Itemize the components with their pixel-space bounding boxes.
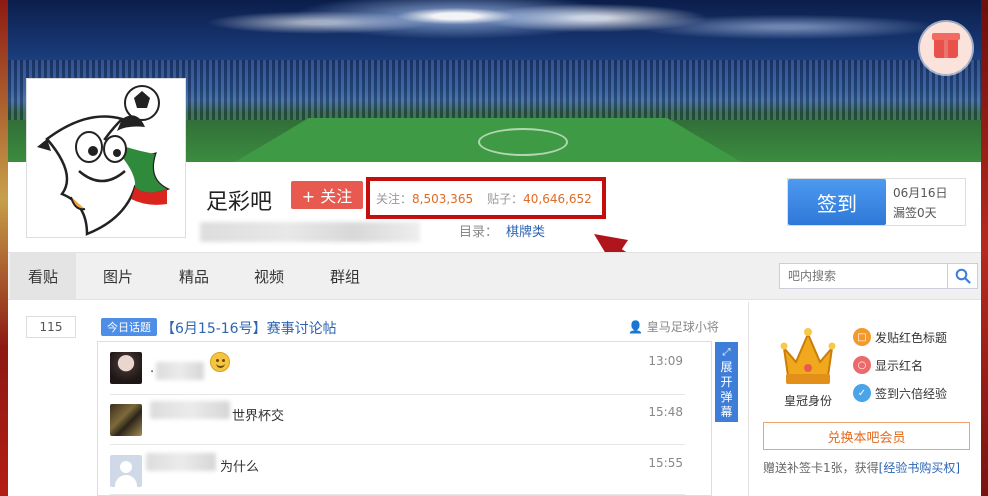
- perk-sign-exp: ✓ 签到六倍经验: [853, 384, 947, 402]
- blurred-slogan: [200, 222, 420, 242]
- danmu-row[interactable]: 世界杯交 15:48: [110, 395, 685, 445]
- forum-name: 足彩吧: [206, 190, 273, 215]
- post-count: 40,646,652: [523, 191, 592, 206]
- avatar: [110, 455, 142, 487]
- tab-featured[interactable]: 精品: [179, 252, 209, 300]
- follow-count-label: 关注：: [376, 191, 413, 206]
- topic-author[interactable]: 👤 皇马足球小将: [628, 318, 719, 335]
- bonus-description: 赠送补签卡1张，获得: [763, 461, 879, 475]
- bonus-text: 赠送补签卡1张，获得[经验书购买权]: [763, 459, 960, 476]
- bonus-link[interactable]: [经验书购买权]: [879, 461, 960, 475]
- forum-directory: 目录： 棋牌类: [459, 221, 545, 240]
- expand-danmu-button[interactable]: ⤢ 展开弹幕: [715, 342, 738, 422]
- blurred-username: [146, 453, 216, 471]
- red-name-icon: ○: [853, 356, 871, 374]
- smile-emoji-icon: [210, 352, 230, 372]
- danmu-row[interactable]: . 13:09: [110, 345, 685, 395]
- left-decor-strip: [0, 0, 8, 496]
- perk-label: 发贴红色标题: [875, 330, 948, 345]
- crown-identity-label: 皇冠身份: [784, 394, 833, 408]
- signin-button[interactable]: 签到: [788, 179, 886, 225]
- user-icon: 👤: [628, 320, 643, 334]
- signin-missed: 漏签0天: [893, 206, 937, 220]
- directory-label: 目录：: [459, 225, 499, 240]
- tab-posts[interactable]: 看贴: [10, 252, 77, 300]
- danmu-time: 15:55: [648, 456, 683, 470]
- danmu-time: 13:09: [648, 354, 683, 368]
- right-decor-strip: [981, 0, 988, 496]
- post-count-label: 贴子：: [487, 191, 524, 206]
- follow-count: 8,503,365: [412, 191, 474, 206]
- signin-date: 06月16日: [893, 186, 948, 200]
- avatar: [110, 352, 142, 384]
- search-input[interactable]: [780, 264, 946, 288]
- blurred-username: [150, 401, 230, 419]
- follow-button[interactable]: + 关注: [291, 181, 363, 209]
- expand-danmu-label: 展开弹幕: [720, 360, 733, 419]
- danmu-time: 15:48: [648, 405, 683, 419]
- danmu-row-text: 世界杯交: [232, 409, 285, 424]
- topic-title-link[interactable]: 【6月15-16号】赛事讨论帖: [161, 318, 337, 338]
- today-topic-tag: 今日话题: [101, 318, 157, 336]
- expand-icon: ⤢: [722, 347, 731, 358]
- blurred-username: [156, 362, 204, 380]
- danmu-row[interactable]: 为什么 15:55: [110, 445, 685, 495]
- mascot-logo: [37, 85, 171, 236]
- search-icon: [955, 268, 971, 284]
- tab-videos[interactable]: 视频: [254, 252, 284, 300]
- perk-label: 显示红名: [875, 358, 924, 373]
- perk-red-name: ○ 显示红名: [853, 356, 923, 374]
- forum-stats-highlight: 关注：8,503,365 贴子：40,646,652: [366, 177, 606, 219]
- gift-icon[interactable]: [920, 22, 972, 74]
- search-button[interactable]: [947, 264, 977, 288]
- directory-link[interactable]: 棋牌类: [506, 225, 545, 240]
- danmu-row-text: .: [150, 361, 155, 376]
- perk-red-title: □ 发贴红色标题: [853, 328, 947, 346]
- crown-icon: [780, 328, 836, 384]
- banner-pitch-circle: [478, 128, 568, 156]
- tab-images[interactable]: 图片: [103, 252, 133, 300]
- perk-label: 签到六倍经验: [875, 386, 948, 401]
- topic-author-name: 皇马足球小将: [646, 320, 719, 334]
- exchange-membership-button[interactable]: 兑换本吧会员: [763, 422, 970, 450]
- forum-avatar: [26, 78, 186, 238]
- tab-groups[interactable]: 群组: [330, 252, 360, 300]
- avatar: [110, 404, 142, 436]
- reply-count-badge: 115: [26, 316, 76, 338]
- danmu-row-text: 为什么: [220, 460, 260, 475]
- red-title-icon: □: [853, 328, 871, 346]
- sign-exp-icon: ✓: [853, 384, 871, 402]
